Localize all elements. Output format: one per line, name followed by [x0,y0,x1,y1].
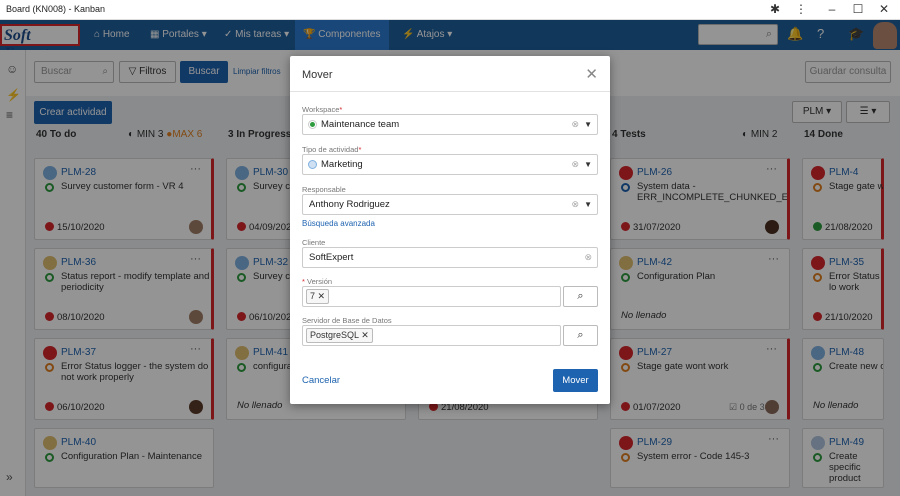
servidor-field[interactable]: PostgreSQL ✕ [302,325,561,346]
clear-icon[interactable]: ⊗ [571,115,579,134]
search-icon: ⌕ [577,329,584,341]
tipo-actividad-select[interactable]: Marketing ⊗ ▼ [302,154,598,175]
dialog-title: Mover [302,69,333,81]
cliente-field[interactable]: SoftExpert ⊗ [302,247,598,268]
cliente-value: SoftExpert [309,252,354,263]
servidor-tag-text: PostgreSQL [310,330,359,340]
maximize-button[interactable]: ☐ [851,2,865,16]
cliente-label: Cliente [302,238,326,247]
busqueda-avanzada-link[interactable]: Búsqueda avanzada [302,219,375,228]
workspace-select[interactable]: Maintenance team ⊗ ▼ [302,114,598,135]
chevron-down-icon[interactable]: ▼ [584,115,592,134]
search-icon: ⌕ [577,290,584,302]
clear-icon[interactable]: ⊗ [571,155,579,174]
chevron-down-icon[interactable]: ▼ [584,155,592,174]
version-tag-text: 7 [310,291,316,301]
required-mark: * [302,277,305,286]
more-icon[interactable]: ⋮ [794,2,808,16]
servidor-search-button[interactable]: ⌕ [563,325,598,346]
cancel-button[interactable]: Cancelar [302,375,340,386]
extension-icon[interactable]: ✱ [768,2,782,16]
version-search-button[interactable]: ⌕ [563,286,598,307]
mover-button[interactable]: Mover [553,369,598,392]
responsable-label: Responsable [302,185,346,194]
clear-icon[interactable]: ⊗ [571,195,579,214]
tipo-value: Marketing [321,159,363,170]
activity-type-icon [308,160,317,169]
close-icon[interactable]: ✕ [585,65,598,83]
chevron-down-icon[interactable]: ▼ [584,195,592,214]
version-tag: 7 ✕ [306,289,330,304]
tipo-label-text: Tipo de actividad [302,145,359,154]
version-label-text: Versión [307,277,333,286]
version-field[interactable]: 7 ✕ [302,286,561,307]
servidor-label: Servidor de Base de Datos [302,316,392,325]
required-mark: * [339,105,343,114]
servidor-tag: PostgreSQL ✕ [306,328,373,343]
workspace-label-text: Workspace [302,105,340,114]
minimize-button[interactable]: – [825,2,839,16]
move-dialog: Mover ✕ Workspace* Maintenance team ⊗ ▼ T… [290,56,610,404]
responsable-select[interactable]: Anthony Rodriguez ⊗ ▼ [302,194,598,215]
workspace-label: Workspace* [302,105,342,114]
workspace-icon [308,120,317,129]
required-mark: * [358,145,362,154]
version-label: * Versión [302,277,332,286]
responsable-value: Anthony Rodriguez [309,199,390,210]
clear-icon[interactable]: ⊗ [584,248,592,267]
dialog-header: Mover ✕ [290,56,610,92]
window-title: Board (KN008) - Kanban [6,4,106,14]
close-window-button[interactable]: ✕ [877,2,891,16]
tipo-label: Tipo de actividad* [302,145,361,154]
remove-tag-icon[interactable]: ✕ [318,291,326,301]
workspace-value: Maintenance team [321,119,400,130]
window-titlebar: Board (KN008) - Kanban ✱ ⋮ – ☐ ✕ [0,0,900,20]
remove-tag-icon[interactable]: ✕ [361,330,369,340]
